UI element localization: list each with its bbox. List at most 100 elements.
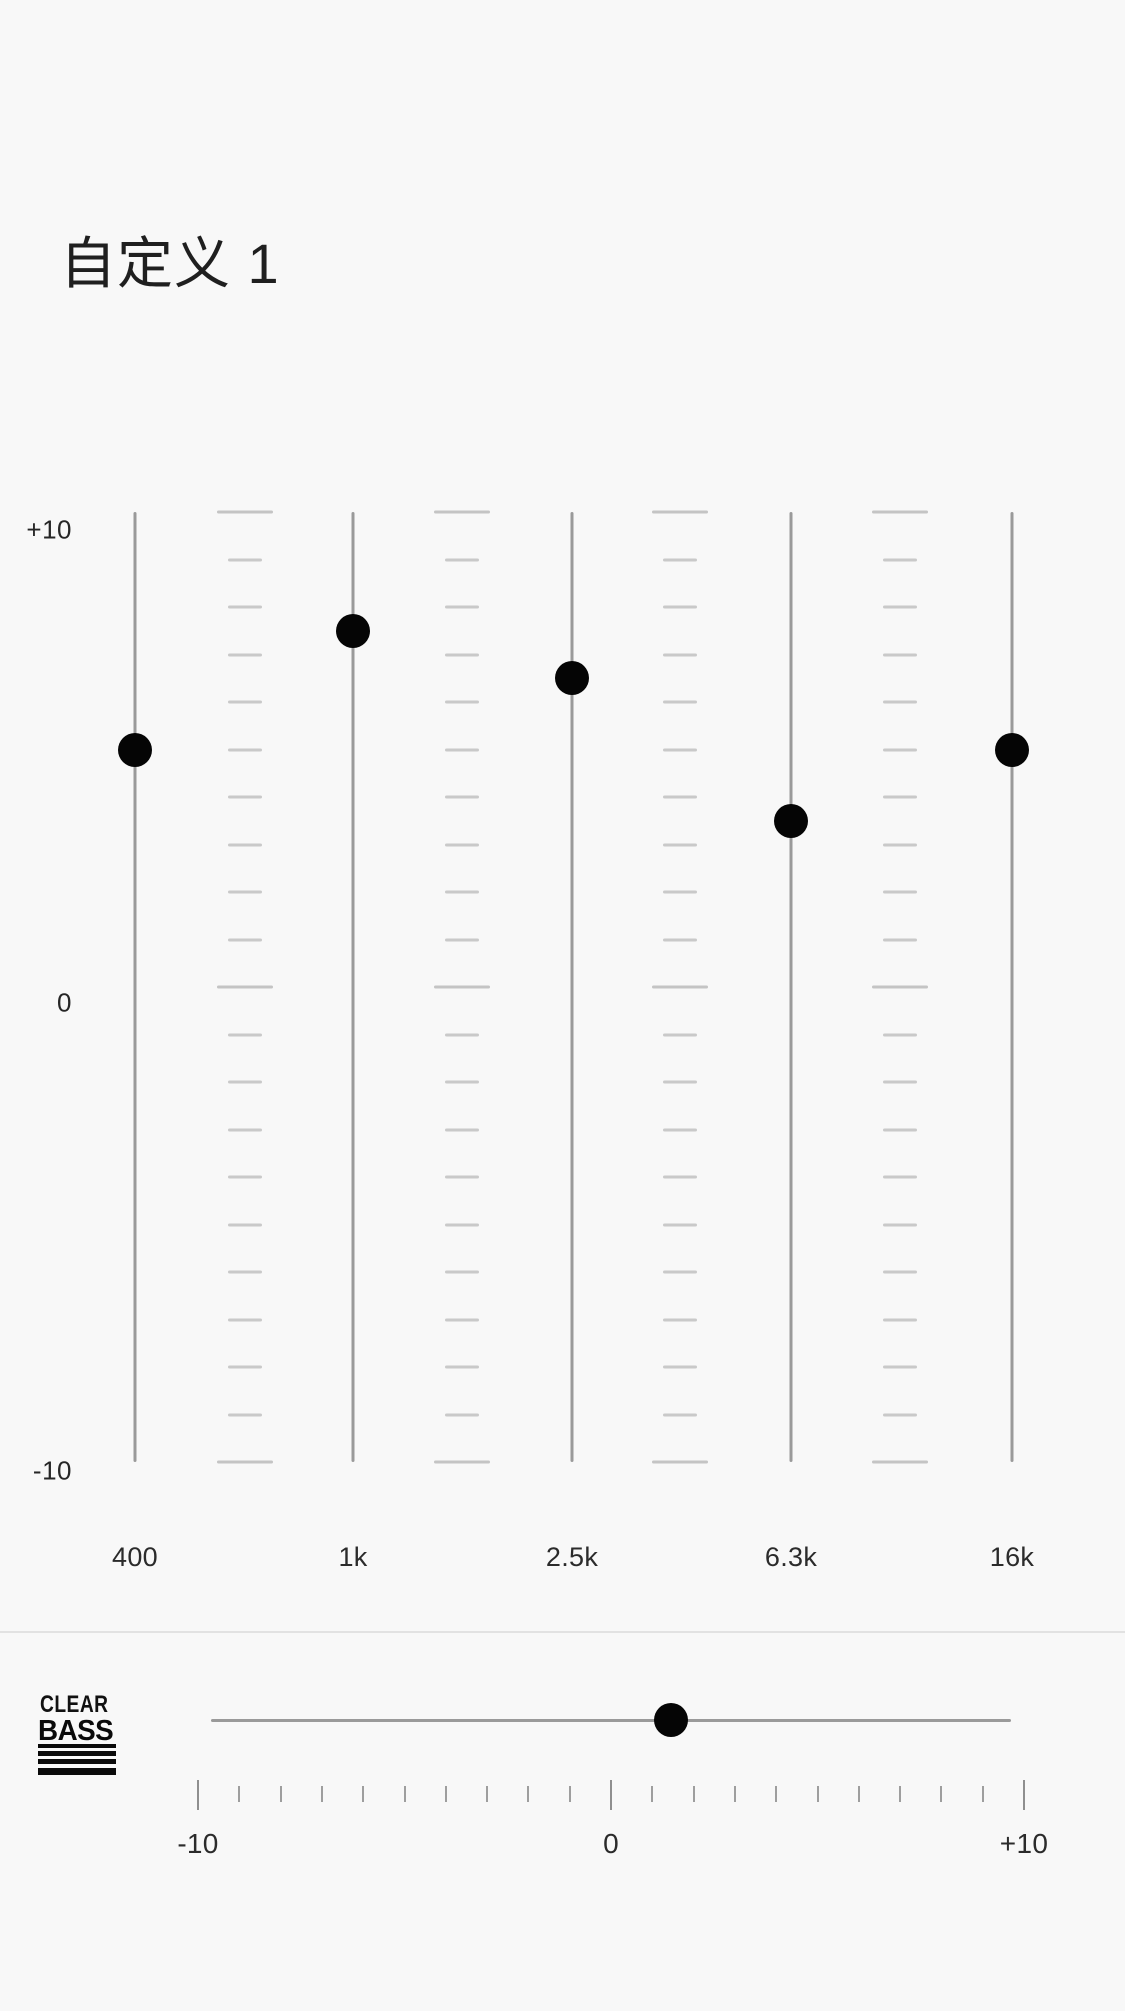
eq-tick-major [217, 510, 273, 514]
clear-bass-logo-bottom-text: BASS [38, 1715, 114, 1747]
eq-tick-minor [445, 1128, 479, 1131]
eq-tick-column-2 [417, 502, 507, 1472]
eq-tick-minor [883, 748, 917, 751]
eq-tick-major [652, 1460, 708, 1464]
clear-bass-mid-label: 0 [603, 1828, 619, 1859]
eq-tick-minor [883, 843, 917, 846]
eq-tick-minor [883, 700, 917, 704]
eq-tick-minor [883, 938, 917, 941]
eq-tick-column-4 [855, 502, 945, 1472]
eq-freq-label-1k: 1k [338, 1542, 368, 1572]
eq-tick-minor [663, 653, 697, 656]
eq-slider-thumb-1k[interactable] [336, 613, 370, 648]
equalizer-screen: 自定义 1 +10 0 -10 400 1k 2.5k 6.3k 16k CLEAR BAS… [0, 0, 1125, 2011]
eq-tick-minor [883, 1365, 917, 1369]
eq-tick-minor [663, 558, 697, 561]
section-divider [0, 1631, 1125, 1633]
eq-tick-minor [663, 1318, 697, 1321]
eq-tick-major [434, 510, 490, 514]
eq-tick-minor [883, 653, 917, 656]
clear-bass-tick-major [610, 1780, 612, 1810]
eq-tick-minor [883, 558, 917, 561]
eq-slider-thumb-2.5k[interactable] [555, 661, 589, 696]
clear-bass-ruler [0, 1780, 1125, 1820]
clear-bass-tick-minor [444, 1786, 447, 1802]
eq-slider-thumb-6.3k[interactable] [774, 803, 808, 838]
eq-slider-thumb-400[interactable] [118, 732, 152, 767]
eq-tick-minor [883, 1413, 917, 1416]
eq-slider-track-2.5k[interactable] [570, 512, 574, 1462]
eq-tick-minor [445, 653, 479, 656]
eq-tick-minor [228, 1080, 262, 1084]
clear-bass-tick-minor [940, 1786, 943, 1802]
eq-tick-minor [228, 653, 262, 656]
eq-tick-minor [228, 1413, 262, 1416]
eq-tick-minor [228, 1128, 262, 1131]
clear-bass-tick-major [197, 1780, 199, 1810]
eq-slider-track-1k[interactable] [351, 512, 355, 1462]
clear-bass-tick-minor [568, 1786, 571, 1802]
eq-tick-minor [445, 748, 479, 751]
eq-tick-column-3 [635, 502, 725, 1472]
clear-bass-tick-minor [816, 1786, 819, 1802]
clear-bass-tick-minor [692, 1786, 695, 1802]
eq-tick-minor [445, 700, 479, 704]
clear-bass-tick-minor [403, 1786, 406, 1802]
clear-bass-logo-stripes [38, 1744, 116, 1775]
eq-tick-column-1 [200, 502, 290, 1472]
clear-bass-logo: CLEAR BASS [38, 1692, 138, 1775]
gain-label-min: -10 [32, 1455, 72, 1486]
eq-tick-minor [228, 1270, 262, 1274]
eq-tick-major [652, 985, 708, 989]
eq-tick-minor [228, 748, 262, 751]
eq-tick-minor [228, 843, 262, 846]
eq-tick-minor [228, 938, 262, 941]
clear-bass-slider-track[interactable] [211, 1719, 1011, 1722]
clear-bass-tick-minor [775, 1786, 778, 1802]
eq-tick-minor [663, 1413, 697, 1416]
eq-tick-minor [663, 890, 697, 894]
clear-bass-tick-minor [857, 1786, 860, 1802]
eq-tick-minor [663, 748, 697, 751]
eq-freq-label-2.5k: 2.5k [545, 1542, 599, 1572]
eq-tick-minor [228, 700, 262, 704]
eq-tick-major [872, 985, 928, 989]
eq-tick-minor [883, 1033, 917, 1036]
eq-tick-minor [663, 1033, 697, 1036]
eq-tick-minor [228, 1318, 262, 1321]
eq-tick-minor [228, 1365, 262, 1369]
eq-tick-minor [445, 1223, 479, 1226]
eq-tick-minor [883, 1080, 917, 1084]
eq-tick-minor [445, 558, 479, 561]
eq-tick-minor [228, 795, 262, 799]
eq-tick-minor [445, 938, 479, 941]
eq-tick-minor [445, 1365, 479, 1369]
eq-tick-minor [883, 605, 917, 609]
gain-label-max: +10 [26, 514, 72, 545]
clear-bass-slider-thumb[interactable] [654, 1703, 688, 1737]
eq-slider-thumb-16k[interactable] [995, 732, 1029, 767]
eq-tick-major [434, 985, 490, 989]
eq-tick-minor [445, 1175, 479, 1179]
eq-tick-minor [883, 1318, 917, 1321]
eq-tick-minor [663, 938, 697, 941]
eq-tick-minor [445, 1033, 479, 1036]
eq-tick-major [872, 1460, 928, 1464]
eq-tick-minor [228, 1223, 262, 1226]
eq-slider-track-16k[interactable] [1010, 512, 1014, 1462]
eq-tick-minor [883, 1270, 917, 1274]
eq-tick-minor [445, 605, 479, 609]
eq-tick-minor [663, 1128, 697, 1131]
eq-tick-minor [445, 795, 479, 799]
clear-bass-tick-minor [486, 1786, 489, 1802]
eq-tick-minor [228, 558, 262, 561]
eq-tick-minor [883, 1128, 917, 1131]
eq-tick-minor [228, 605, 262, 609]
eq-slider-track-400[interactable] [133, 512, 137, 1462]
eq-tick-minor [663, 1270, 697, 1274]
eq-tick-minor [228, 1175, 262, 1179]
eq-tick-minor [663, 843, 697, 846]
eq-tick-minor [228, 1033, 262, 1036]
clear-bass-max-label: +10 [999, 1828, 1049, 1859]
eq-slider-track-6.3k[interactable] [789, 512, 793, 1462]
